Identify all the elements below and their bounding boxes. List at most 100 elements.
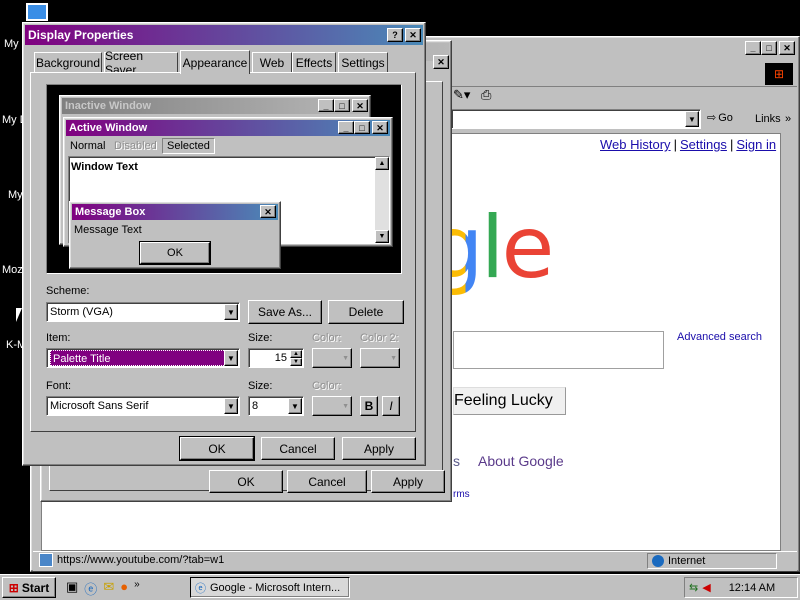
item-size-stepper[interactable]: 15 ▲ ▼ bbox=[248, 348, 304, 368]
system-tray: ⇆ ◀ 12:14 AM bbox=[684, 577, 798, 598]
dialog-titlebar: Display Properties bbox=[25, 25, 423, 45]
taskbar-item-label: Google - Microsoft Intern... bbox=[210, 581, 341, 594]
about-google-link[interactable]: About Google bbox=[478, 453, 564, 469]
bold-button[interactable]: B bbox=[360, 396, 378, 416]
color2-label: Color 2: bbox=[360, 332, 399, 344]
show-desktop-icon[interactable]: ▣ bbox=[66, 579, 78, 598]
back-ok-button[interactable]: OK bbox=[209, 470, 283, 493]
outlook-icon[interactable]: ✉ bbox=[103, 579, 114, 598]
taskbar-item-google[interactable]: ⓔ Google - Microsoft Intern... bbox=[190, 577, 350, 598]
print-icon[interactable]: ⎙ bbox=[481, 87, 491, 103]
start-label: Start bbox=[21, 580, 50, 595]
fragment-s: s bbox=[453, 453, 460, 469]
links-label[interactable]: Links bbox=[755, 113, 781, 125]
preview-message-box: Message Box ✕ Message Text OK bbox=[69, 201, 281, 269]
tab-screen-saver[interactable]: Screen Saver bbox=[104, 49, 178, 77]
tab-effects[interactable]: Effects bbox=[292, 52, 336, 72]
links-chevron-icon[interactable]: » bbox=[785, 113, 791, 125]
delete-button[interactable]: Delete bbox=[328, 300, 404, 324]
desktop-label-4[interactable]: Moz bbox=[2, 264, 23, 276]
dialog-close-button[interactable]: ✕ bbox=[405, 28, 421, 42]
desktop-label-1[interactable]: My bbox=[4, 38, 19, 50]
preview-scrollbar: ▲ ▼ bbox=[375, 157, 389, 243]
help-button[interactable]: ? bbox=[387, 28, 403, 42]
edit-icon[interactable]: ✎▾ bbox=[453, 87, 470, 103]
go-button[interactable]: ⇨ Go bbox=[707, 111, 733, 125]
cancel-button[interactable]: Cancel bbox=[261, 437, 335, 460]
ie-icon[interactable]: ⓔ bbox=[84, 579, 97, 598]
status-url: https://www.youtube.com/?tab=w1 bbox=[57, 554, 225, 566]
quicklaunch-chevron-icon[interactable]: » bbox=[134, 579, 140, 598]
back-cancel-button[interactable]: Cancel bbox=[287, 470, 367, 493]
preview-inactive-max-icon: □ bbox=[334, 99, 350, 112]
font-label: Font: bbox=[46, 380, 72, 392]
preview-scroll-down-icon: ▼ bbox=[375, 230, 389, 243]
fragment-rms[interactable]: rms bbox=[453, 489, 470, 500]
back-apply-button[interactable]: Apply bbox=[371, 470, 445, 493]
tab-web[interactable]: Web bbox=[252, 52, 292, 72]
font-size-dropdown-icon[interactable]: ▼ bbox=[288, 398, 302, 414]
tab-background[interactable]: Background bbox=[34, 52, 102, 72]
address-dropdown-button[interactable]: ▼ bbox=[685, 111, 699, 127]
font-size-select[interactable]: 8 ▼ bbox=[248, 396, 304, 416]
color2-button-disabled: ▼ bbox=[360, 348, 400, 368]
web-history-link[interactable]: Web History bbox=[600, 137, 671, 152]
preview-active-close-icon: ✕ bbox=[372, 121, 388, 134]
font-select[interactable]: Microsoft Sans Serif ▼ bbox=[46, 396, 240, 416]
network-icon[interactable]: ⇆ bbox=[689, 581, 698, 594]
font-color-button-disabled: ▼ bbox=[312, 396, 352, 416]
preview-msgbox-close-icon: ✕ bbox=[260, 205, 276, 218]
windows-logo-icon: ⊞ bbox=[765, 63, 793, 85]
preview-menu-normal: Normal bbox=[70, 140, 106, 152]
italic-button[interactable]: I bbox=[382, 396, 400, 416]
address-input[interactable] bbox=[451, 109, 701, 129]
size-up-icon[interactable]: ▲ bbox=[290, 350, 302, 358]
sign-in-link[interactable]: Sign in bbox=[736, 137, 776, 152]
preview-menu-disabled: Disabled bbox=[114, 140, 157, 152]
firefox-icon[interactable]: ● bbox=[120, 579, 128, 598]
preview-active-min-icon: _ bbox=[338, 121, 354, 134]
feeling-lucky-button[interactable]: Feeling Lucky bbox=[453, 387, 566, 415]
preview-window-text: Window Text bbox=[71, 161, 138, 173]
preview-msgbox-title: Message Box bbox=[75, 206, 146, 218]
size-down-icon[interactable]: ▼ bbox=[290, 358, 302, 366]
ok-button[interactable]: OK bbox=[179, 436, 255, 461]
back-dialog-close-button[interactable]: ✕ bbox=[433, 55, 449, 69]
item-size-value: 15 bbox=[274, 352, 287, 364]
preview-msgbox-titlebar: Message Box bbox=[72, 204, 278, 220]
clock[interactable]: 12:14 AM bbox=[729, 582, 775, 594]
header-separator: | bbox=[729, 137, 734, 152]
browser-minimize-button[interactable]: _ bbox=[745, 41, 761, 55]
advanced-search-link[interactable]: Advanced search bbox=[677, 331, 762, 343]
tab-appearance[interactable]: Appearance bbox=[180, 50, 250, 74]
color-button-disabled: ▼ bbox=[312, 348, 352, 368]
item-dropdown-icon[interactable]: ▼ bbox=[224, 350, 238, 366]
desktop-icon-top[interactable] bbox=[26, 3, 48, 21]
preview-active-max-icon: □ bbox=[354, 121, 370, 134]
preview-active-title: Active Window bbox=[69, 122, 148, 134]
save-as-button[interactable]: Save As... bbox=[248, 300, 322, 324]
search-input[interactable] bbox=[453, 331, 664, 369]
browser-close-button[interactable]: ✕ bbox=[779, 41, 795, 55]
preview-inactive-title: Inactive Window bbox=[65, 100, 152, 112]
apply-button[interactable]: Apply bbox=[342, 437, 416, 460]
font-color-label: Color: bbox=[312, 380, 342, 392]
settings-link[interactable]: Settings bbox=[680, 137, 727, 152]
color-label: Color: bbox=[312, 332, 342, 344]
volume-icon[interactable]: ◀ bbox=[702, 581, 710, 594]
font-dropdown-icon[interactable]: ▼ bbox=[224, 398, 238, 414]
windows-flag-icon: ⊞ bbox=[8, 580, 19, 595]
font-value: Microsoft Sans Serif bbox=[50, 400, 149, 412]
page-icon bbox=[39, 553, 53, 567]
browser-maximize-button[interactable]: □ bbox=[761, 41, 777, 55]
tab-settings[interactable]: Settings bbox=[338, 52, 388, 72]
status-zone: Internet bbox=[647, 553, 777, 569]
desktop-label-3[interactable]: My bbox=[8, 189, 23, 201]
font-size-label: Size: bbox=[248, 380, 273, 392]
scheme-select[interactable]: Storm (VGA) ▼ bbox=[46, 302, 240, 322]
scheme-dropdown-icon[interactable]: ▼ bbox=[224, 304, 238, 320]
item-select[interactable]: Palette Title ▼ bbox=[46, 348, 240, 368]
preview-msgbox-text: Message Text bbox=[74, 224, 142, 236]
start-button[interactable]: ⊞ Start bbox=[2, 577, 56, 598]
browser-scrollbar[interactable] bbox=[781, 133, 797, 551]
